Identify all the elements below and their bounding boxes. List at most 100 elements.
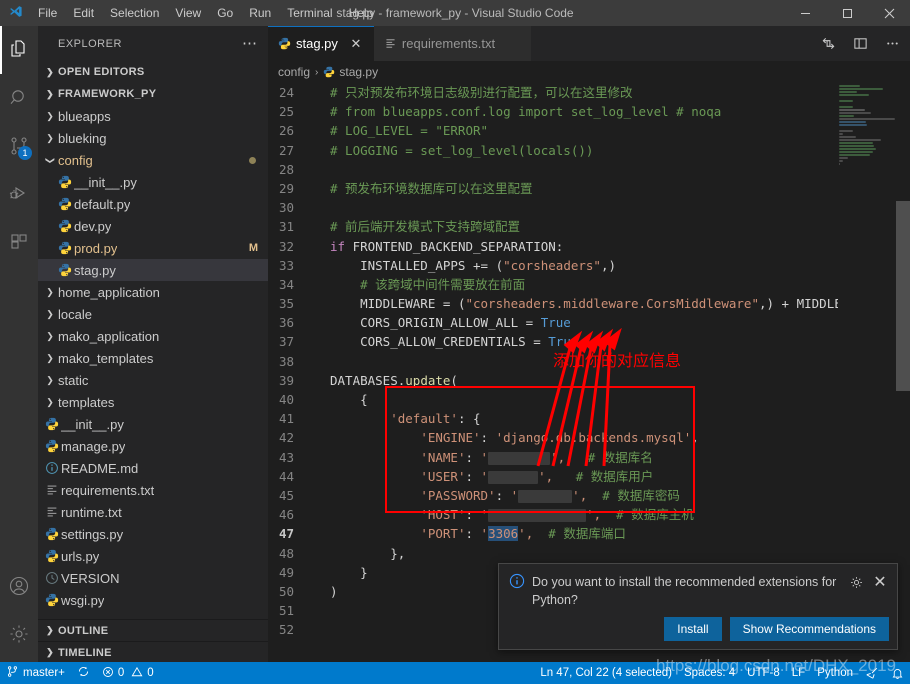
status-eol[interactable]: LF <box>786 662 811 684</box>
sidebar-more-actions-icon[interactable]: ⋯ <box>242 36 258 51</box>
close-icon[interactable]: ✕ <box>871 573 889 591</box>
section-outline[interactable]: ❯ OUTLINE <box>38 620 268 642</box>
python-interpreter-icon[interactable] <box>859 662 885 684</box>
section-open-editors[interactable]: ❯ OPEN EDITORS <box>38 61 268 83</box>
code-line[interactable]: 29 # 预发布环境数据库可以在这里配置 <box>268 179 872 198</box>
maximize-button[interactable] <box>826 0 868 26</box>
menu-bar[interactable]: File Edit Selection View Go Run Terminal… <box>30 0 381 26</box>
python-file-icon <box>323 66 335 78</box>
install-button[interactable]: Install <box>664 617 722 641</box>
tree-item-requirements-txt[interactable]: requirements.txt <box>38 479 268 501</box>
scrollbar-thumb[interactable] <box>896 201 910 391</box>
section-timeline[interactable]: ❯ TIMELINE <box>38 642 268 664</box>
code-line[interactable]: 27 # LOGGING = set_log_level(locals()) <box>268 141 872 160</box>
window-controls[interactable] <box>784 0 910 26</box>
minimap-line <box>839 130 854 132</box>
status-sync[interactable] <box>71 662 96 684</box>
code-line[interactable]: 35 MIDDLEWARE = ("corsheaders.middleware… <box>268 294 872 313</box>
chevron-down-icon: ❯ <box>45 156 56 164</box>
markdown-file-icon <box>42 461 61 475</box>
minimize-button[interactable] <box>784 0 826 26</box>
source-control-icon[interactable]: 1 <box>0 122 38 170</box>
split-editor-icon[interactable] <box>814 30 842 58</box>
menu-item-selection[interactable]: Selection <box>102 0 167 26</box>
tab-close-icon[interactable]: ✕ <box>348 36 364 52</box>
menu-item-go[interactable]: Go <box>209 0 241 26</box>
tree-item-default-py[interactable]: default.py <box>38 193 268 215</box>
tree-item-stag-py[interactable]: stag.py <box>38 259 268 281</box>
menu-item-file[interactable]: File <box>30 0 65 26</box>
code-line[interactable]: 36 CORS_ORIGIN_ALLOW_ALL = True <box>268 313 872 332</box>
tree-item-static[interactable]: ❯ static <box>38 369 268 391</box>
tree-item--init-py[interactable]: __init__.py <box>38 171 268 193</box>
extensions-icon[interactable] <box>0 218 38 266</box>
code-line[interactable]: 28 <box>268 160 872 179</box>
file-tree[interactable]: ❯ blueapps ❯ blueking ❯ config __init__.py defa… <box>38 105 268 619</box>
tree-item-blueapps[interactable]: ❯ blueapps <box>38 105 268 127</box>
tree-item-mako-application[interactable]: ❯ mako_application <box>38 325 268 347</box>
tree-item-urls-py[interactable]: urls.py <box>38 545 268 567</box>
tree-item-manage-py[interactable]: manage.py <box>38 435 268 457</box>
account-icon[interactable] <box>0 562 38 610</box>
tree-item-runtime-txt[interactable]: runtime.txt <box>38 501 268 523</box>
code-line[interactable]: 25 # from blueapps.conf.log import set_lo… <box>268 102 872 121</box>
status-encoding[interactable]: UTF-8 <box>741 662 786 684</box>
status-cursor-position[interactable]: Ln 47, Col 22 (4 selected) <box>534 662 678 684</box>
tree-item-version[interactable]: VERSION <box>38 567 268 589</box>
chevron-down-icon: ❯ <box>46 88 54 99</box>
section-framework-py[interactable]: ❯ FRAMEWORK_PY <box>38 83 268 105</box>
notifications-bell-icon[interactable] <box>885 662 910 684</box>
tree-item-templates[interactable]: ❯ templates <box>38 391 268 413</box>
code-line[interactable]: 32 if FRONTEND_BACKEND_SEPARATION: <box>268 237 872 256</box>
code-line[interactable]: 48 }, <box>268 544 872 563</box>
tree-item-readme-md[interactable]: README.md <box>38 457 268 479</box>
menu-item-help[interactable]: Help <box>341 0 382 26</box>
code-line[interactable]: 26 # LOG_LEVEL = "ERROR" <box>268 121 872 140</box>
python-file-icon <box>42 439 61 453</box>
explorer-icon[interactable] <box>0 26 38 74</box>
code-line[interactable]: 33 INSTALLED_APPS += ("corsheaders",) <box>268 256 872 275</box>
code-text: MIDDLEWARE = ("corsheaders.middleware.Co… <box>314 294 872 313</box>
close-button[interactable] <box>868 0 910 26</box>
tree-item-blueking[interactable]: ❯ blueking <box>38 127 268 149</box>
breadcrumb-item-stag-py[interactable]: stag.py <box>323 65 378 79</box>
settings-gear-icon[interactable] <box>0 610 38 658</box>
tree-item-prod-py[interactable]: prod.py M <box>38 237 268 259</box>
status-language-mode[interactable]: Python <box>811 662 859 684</box>
tree-item-home-application[interactable]: ❯ home_application <box>38 281 268 303</box>
tab-requirements-txt[interactable]: requirements.txt ✕ <box>373 26 532 61</box>
run-debug-icon[interactable] <box>0 170 38 218</box>
editor-vertical-scrollbar[interactable] <box>896 83 910 664</box>
status-branch[interactable]: master+ <box>0 662 71 684</box>
code-line[interactable]: 24 # 只对预发布环境日志级别进行配置，可以在这里修改 <box>268 83 872 102</box>
line-number: 35 <box>278 296 294 312</box>
menu-item-view[interactable]: View <box>167 0 209 26</box>
menu-item-edit[interactable]: Edit <box>65 0 102 26</box>
show-recommendations-button[interactable]: Show Recommendations <box>729 617 889 641</box>
status-indentation[interactable]: Spaces: 4 <box>678 662 741 684</box>
tree-item--init-py[interactable]: __init__.py <box>38 413 268 435</box>
code-line[interactable]: 47 'PORT': '3306', # 数据库端口 <box>268 524 872 543</box>
code-line[interactable]: 31 # 前后端开发模式下支持跨域配置 <box>268 217 872 236</box>
breadcrumb-item-config[interactable]: config <box>278 65 310 79</box>
menu-item-terminal[interactable]: Terminal <box>279 0 340 26</box>
tab-stag-py[interactable]: stag.py ✕ <box>268 26 374 61</box>
code-line[interactable]: 34 # 该跨域中间件需要放在前面 <box>268 275 872 294</box>
status-problems[interactable]: 0 0 <box>96 662 160 684</box>
search-icon[interactable] <box>0 74 38 122</box>
python-file-icon <box>278 37 291 50</box>
tree-item-settings-py[interactable]: settings.py <box>38 523 268 545</box>
code-line[interactable]: 30 <box>268 198 872 217</box>
tree-item-wsgi-py[interactable]: wsgi.py <box>38 589 268 611</box>
code-token: ) <box>330 583 338 599</box>
editor-more-actions-icon[interactable] <box>878 30 906 58</box>
notification-toast[interactable]: Do you want to install the recommended e… <box>498 563 898 650</box>
tree-item-config[interactable]: ❯ config <box>38 149 268 171</box>
tree-item-dev-py[interactable]: dev.py <box>38 215 268 237</box>
gear-icon[interactable] <box>847 573 865 591</box>
menu-item-run[interactable]: Run <box>241 0 279 26</box>
tree-item-locale[interactable]: ❯ locale <box>38 303 268 325</box>
layout-icon[interactable] <box>846 30 874 58</box>
tree-item-label: default.py <box>74 196 131 212</box>
tree-item-mako-templates[interactable]: ❯ mako_templates <box>38 347 268 369</box>
